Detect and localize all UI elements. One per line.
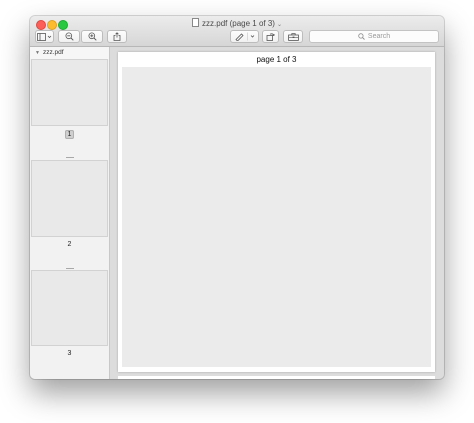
sidebar-view-button[interactable]	[35, 30, 54, 43]
thumbnail-label-1[interactable]: 1	[30, 130, 109, 139]
zoom-in-icon	[87, 32, 97, 41]
sidebar-document-header[interactable]: ▼ zzz.pdf	[30, 47, 109, 59]
search-placeholder: Search	[367, 33, 391, 40]
thumbnail-page-2[interactable]	[31, 160, 108, 237]
thumbnail-divider	[66, 268, 74, 269]
thumbnail-page-1[interactable]	[31, 59, 108, 126]
share-button[interactable]	[107, 30, 127, 43]
markup-toolbar-button[interactable]	[230, 30, 259, 43]
thumbnail-page-3[interactable]	[31, 270, 108, 346]
rotate-button[interactable]	[262, 30, 279, 43]
thumbnail-number-3: 3	[67, 350, 72, 357]
document-view[interactable]: page 1 of 3	[110, 47, 444, 379]
document-icon	[192, 18, 200, 27]
window-title-text: zzz.pdf (page 1 of 3)	[202, 19, 275, 28]
zoom-in-button[interactable]	[81, 30, 103, 43]
rotate-icon	[266, 33, 275, 41]
thumbnail-sidebar[interactable]: ▼ zzz.pdf 1 2 3	[30, 47, 110, 379]
pen-icon	[234, 32, 254, 41]
share-icon	[113, 32, 121, 41]
toolbox-icon	[287, 32, 299, 41]
page-content-area	[122, 67, 431, 367]
search-icon	[358, 33, 365, 40]
page-header-text: page 1 of 3	[256, 55, 297, 64]
toolbox-button[interactable]	[283, 30, 303, 43]
sidebar-document-name: zzz.pdf	[42, 49, 64, 56]
disclosure-triangle-icon[interactable]: ▼	[35, 50, 40, 56]
thumbnail-label-3[interactable]: 3	[30, 350, 109, 357]
pdf-page-1[interactable]: page 1 of 3	[118, 52, 435, 372]
search-field[interactable]: Search	[309, 30, 439, 43]
title-bar: zzz.pdf (page 1 of 3) ⌄ Search	[30, 16, 444, 47]
pdf-page-2-edge	[118, 376, 435, 379]
chevron-down-icon: ⌄	[276, 22, 282, 28]
thumbnail-number-1: 1	[64, 130, 75, 139]
sidebar-icon	[37, 32, 52, 41]
thumbnail-number-2: 2	[67, 241, 72, 248]
thumbnail-divider	[66, 157, 74, 158]
thumbnail-label-2[interactable]: 2	[30, 241, 109, 248]
zoom-out-button[interactable]	[58, 30, 80, 43]
preview-window: zzz.pdf (page 1 of 3) ⌄ Search ▼ zzz.pdf…	[30, 16, 444, 379]
zoom-out-icon	[64, 32, 74, 41]
